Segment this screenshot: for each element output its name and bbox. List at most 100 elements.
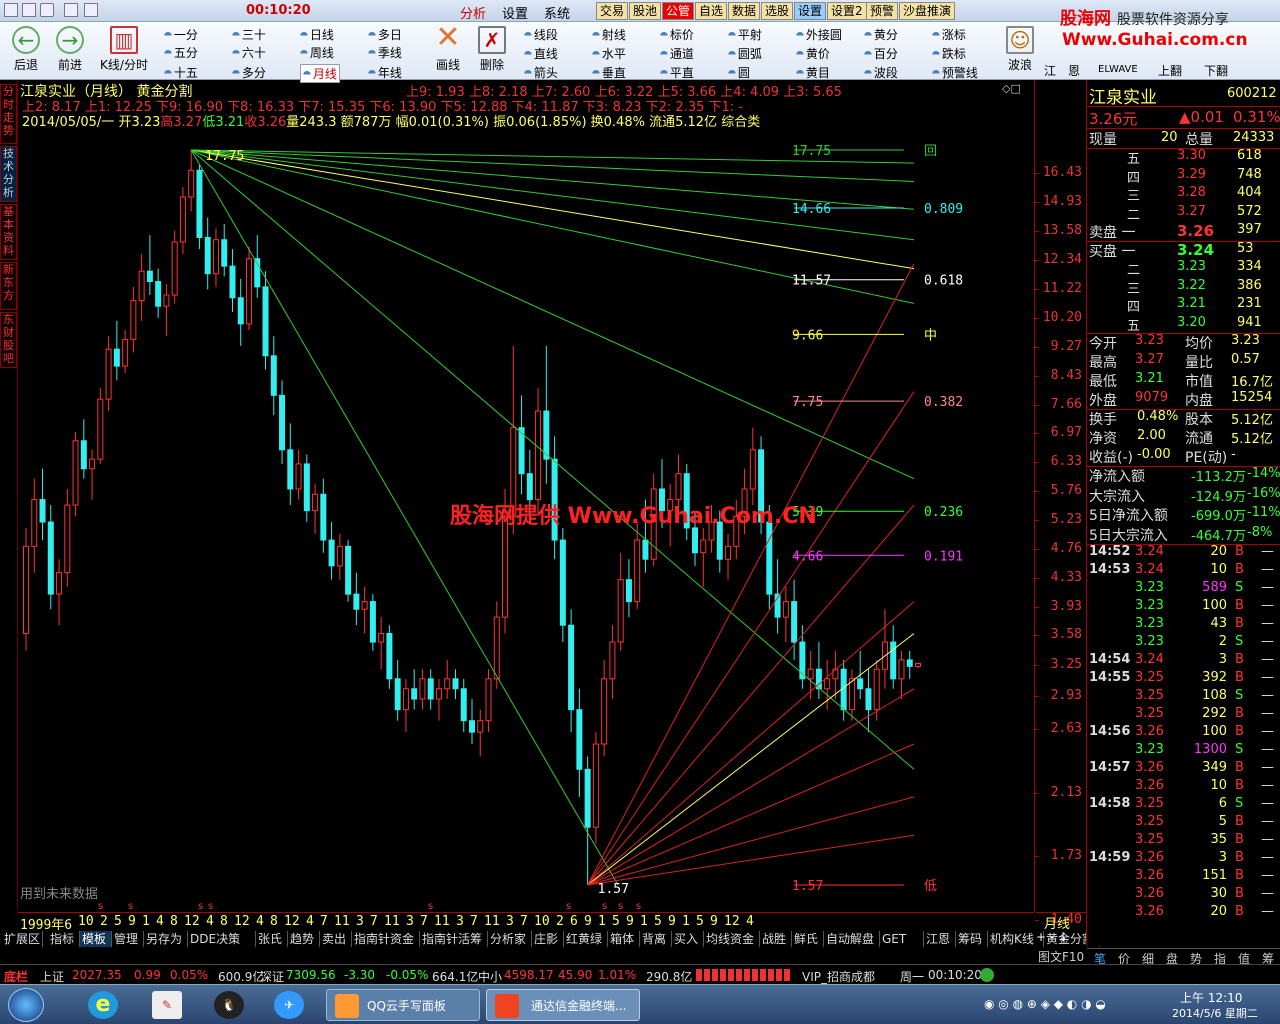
tab-scroll-controls[interactable]: + - ↓ (1036, 930, 1086, 948)
side-tab-fundamentals[interactable]: 基本资料 (0, 204, 17, 260)
kline-chart[interactable]: 17.75 回 14.66 0.809 11.57 0.618 9.66 中 7.75 0.382… (18, 80, 1034, 912)
shape-tool[interactable]: ⯊ 黄目 (796, 64, 830, 81)
indicator-tab[interactable]: 庄影 (532, 931, 564, 947)
kline-toggle-button[interactable]: ▥ K线/分时 (96, 22, 152, 78)
period-quarter[interactable]: ⯊ 季线 (368, 44, 402, 61)
trade-button[interactable]: 交易 (596, 2, 629, 20)
connection-icon[interactable] (980, 968, 994, 982)
shape-tool[interactable]: ⯊ 圆弧 (728, 45, 762, 62)
indicator-tab[interactable]: 分析家 (488, 931, 532, 947)
period-day[interactable]: ⯊ 日线 (300, 26, 334, 43)
shape-tool[interactable]: ⯊ 标价 (660, 26, 694, 43)
indicator-tab[interactable]: 张氏 (256, 931, 288, 947)
indicator-tab[interactable]: 趋势 (288, 931, 320, 947)
shape-tool[interactable]: ⯊ 平射 (728, 26, 762, 43)
indicator-tab[interactable]: 红黄绿 (564, 931, 608, 947)
indicator-tab[interactable]: 背离 (640, 931, 672, 947)
shape-tool[interactable]: ⯊ 垂直 (592, 64, 626, 81)
delete-button[interactable]: ✗ 删除 (468, 22, 516, 78)
grid-icon[interactable] (40, 3, 54, 17)
period-indicator[interactable]: 月线 (1036, 912, 1086, 932)
shape-tool[interactable]: ⯊ 跌标 (932, 45, 966, 62)
stock-pool-button[interactable]: 股池 (629, 2, 662, 20)
shape-tool[interactable]: ⯊ 外接圆 (796, 26, 842, 43)
period-5min[interactable]: ⯊ 五分 (164, 44, 198, 61)
side-tab-technical[interactable]: 技术分析 (0, 146, 17, 202)
period-15min[interactable]: ⯊ 十五 (164, 64, 198, 81)
menu-system[interactable]: 系统 (544, 3, 570, 22)
shape-tool[interactable]: ⯊ 预警线 (932, 64, 978, 81)
paint-icon[interactable]: ✎ (152, 991, 182, 1019)
page-down-button[interactable]: 下翻 (1204, 62, 1228, 79)
indicator-tab[interactable]: 江恩 (924, 931, 956, 947)
indicator-tab[interactable]: 自动解盘 (824, 931, 880, 947)
indicator-tab[interactable]: 买入 (672, 931, 704, 947)
period-multiday[interactable]: ⯊ 多日 (368, 26, 402, 43)
settings2-button[interactable]: 设置2 (827, 2, 867, 20)
indicator-tab[interactable]: DDE决策 (188, 931, 256, 947)
indicator-tab[interactable]: 鲜氏 (792, 931, 824, 947)
indicator-tab[interactable]: 管理 (112, 931, 144, 947)
qq-icon[interactable]: 🐧 (214, 991, 244, 1019)
side-tab-forum[interactable]: 东财股吧 (0, 312, 17, 368)
window-icon[interactable] (64, 3, 78, 17)
draw-line-button[interactable]: ✕ 画线 (424, 22, 472, 78)
shape-tool[interactable]: ⯊ 通道 (660, 45, 694, 62)
start-button[interactable] (8, 988, 44, 1022)
alert-button[interactable]: 预警 (866, 2, 899, 20)
side-tab-intraday[interactable]: 分时走势 (0, 84, 17, 144)
data-button[interactable]: 数据 (728, 2, 761, 20)
forward-button[interactable]: → 前进 (46, 22, 94, 78)
minimize-icon[interactable] (4, 3, 18, 17)
tray-icons[interactable]: ◉ ◎ ◍ ⊕ ◈ ◆ ◐ ◑ ◒ (984, 997, 1134, 1013)
indicator-tab[interactable]: 均线资金 (704, 931, 760, 947)
feixin-icon[interactable]: ✈ (274, 991, 304, 1019)
shape-tool[interactable]: ⯊ 直线 (524, 45, 558, 62)
indicator-tab[interactable]: 指南针资金 (352, 931, 420, 947)
menu-settings[interactable]: 设置 (502, 3, 528, 22)
shape-tool[interactable]: ⯊ 射线 (592, 26, 626, 43)
period-60min[interactable]: ⯊ 六十 (232, 44, 266, 61)
indicator-tab[interactable]: 筹码 (956, 931, 988, 947)
shape-tool[interactable]: ⯊ 涨标 (932, 26, 966, 43)
indicator-tab[interactable]: 指标 (48, 931, 80, 947)
indicator-tab[interactable]: 模板 (80, 931, 112, 947)
chart-options-icon[interactable]: ◇□ (1002, 82, 1021, 95)
indicator-tab[interactable]: 箱体 (608, 931, 640, 947)
settings-button[interactable]: 设置 (794, 2, 827, 20)
en-tool[interactable]: 恩 (1068, 62, 1080, 79)
shape-tool[interactable]: ⯊ 平直 (660, 64, 694, 81)
sandbox-button[interactable]: 沙盘推演 (899, 2, 956, 20)
status-label[interactable]: 底栏 (4, 968, 28, 985)
shape-tool[interactable]: ⯊ 黄分 (864, 26, 898, 43)
indicator-tab[interactable]: 卖出 (320, 931, 352, 947)
shape-tool[interactable]: ⯊ 线段 (524, 26, 558, 43)
jiang-tool[interactable]: 江 (1044, 62, 1056, 79)
side-tab-new-oriental[interactable]: 新东方 (0, 262, 17, 310)
shape-tool[interactable]: ⯊ 黄价 (796, 45, 830, 62)
ie-icon[interactable]: e (88, 991, 118, 1019)
wave-button[interactable]: ☺ 波浪 (996, 22, 1044, 78)
back-button[interactable]: ← 后退 (2, 22, 50, 78)
menu-analysis[interactable]: 分析 (460, 3, 486, 22)
taskbar-app-handwriting[interactable]: QQ云手写面板 (326, 989, 480, 1021)
shape-tool[interactable]: ⯊ 水平 (592, 45, 626, 62)
indicator-tab[interactable]: 战胜 (760, 931, 792, 947)
shape-tool[interactable]: ⯊ 波段 (864, 64, 898, 81)
shape-tool[interactable]: ⯊ 箭头 (524, 64, 558, 81)
period-week[interactable]: ⯊ 周线 (300, 44, 334, 61)
page-up-button[interactable]: 上翻 (1158, 62, 1182, 79)
lock-icon[interactable] (84, 3, 98, 17)
period-1min[interactable]: ⯊ 一分 (164, 26, 198, 43)
indicator-tab[interactable]: 指南针活筹 (420, 931, 488, 947)
stock-pick-button[interactable]: 选股 (761, 2, 794, 20)
watchlist-button[interactable]: 自选 (695, 2, 728, 20)
shape-tool[interactable]: ⯊ 圆 (728, 64, 750, 81)
f10-link[interactable]: 图文F10 (1038, 948, 1084, 965)
elwave-tool[interactable]: ELWAVE (1098, 64, 1138, 75)
period-year[interactable]: ⯊ 年线 (368, 64, 402, 81)
period-30min[interactable]: ⯊ 三十 (232, 26, 266, 43)
period-multimin[interactable]: ⯊ 多分 (232, 64, 266, 81)
indicator-tab[interactable]: GET (880, 931, 924, 947)
shape-tool[interactable]: ⯊ 百分 (864, 45, 898, 62)
